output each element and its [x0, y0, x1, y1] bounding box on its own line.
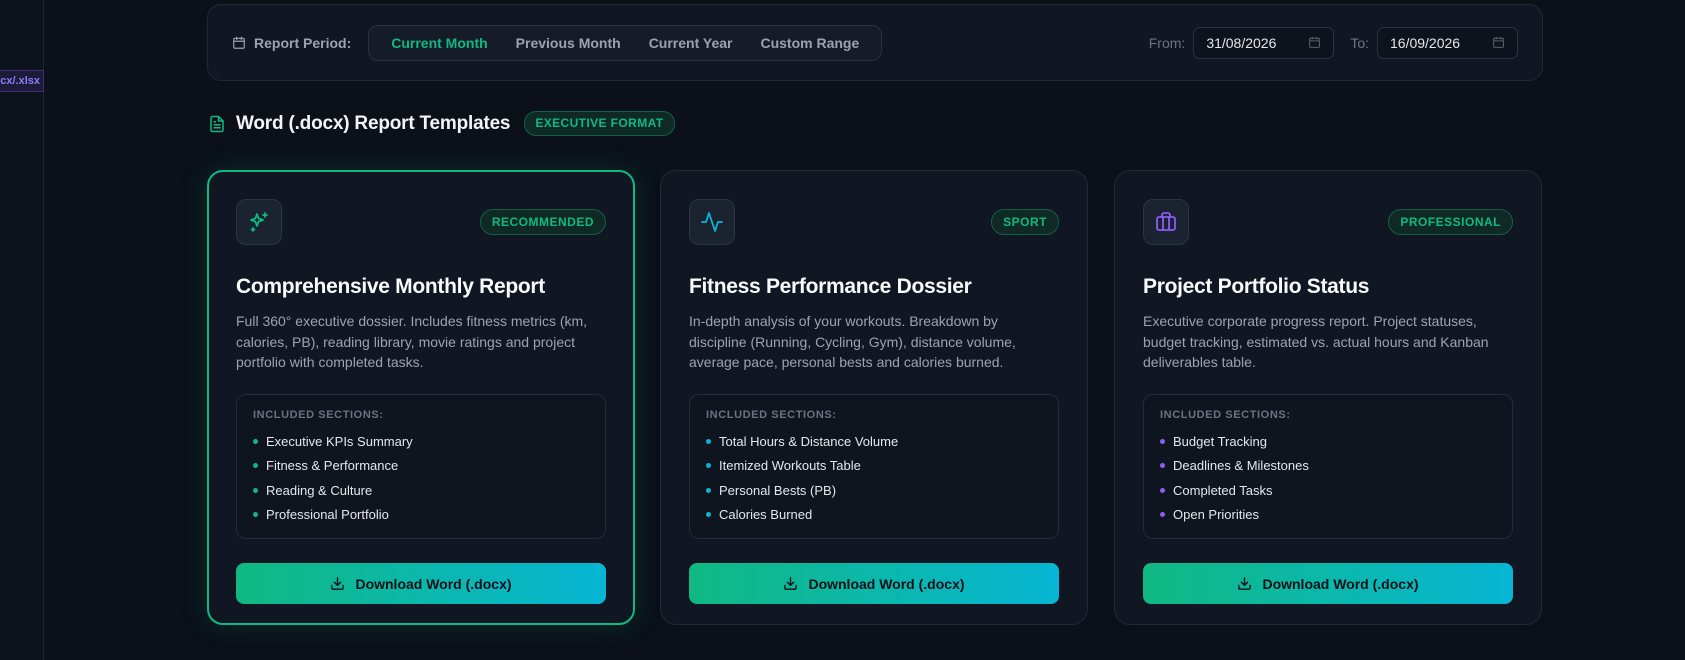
download-icon	[1238, 577, 1252, 590]
download-word-button[interactable]: Download Word (.docx)	[689, 563, 1059, 604]
list-item: Deadlines & Milestones	[1160, 454, 1496, 479]
from-date-value: 31/08/2026	[1206, 34, 1277, 51]
card-badge: RECOMMENDED	[479, 209, 606, 235]
card-description: Full 360° executive dossier. Includes fi…	[236, 313, 588, 370]
date-range: From: 31/08/2026 To: 16/09/2026	[1148, 26, 1518, 59]
calendar-icon[interactable]	[1308, 36, 1321, 49]
card-description: Executive corporate progress report. Pro…	[1143, 313, 1489, 370]
document-icon	[210, 115, 224, 132]
report-period-text: Report Period:	[254, 34, 352, 51]
activity-icon	[689, 199, 735, 245]
list-item: Executive KPIs Summary	[253, 429, 589, 454]
download-label: Download Word (.docx)	[1262, 575, 1419, 592]
sidebar-format-tag[interactable]: cx/.xlsx	[0, 70, 44, 92]
list-item: Completed Tasks	[1160, 478, 1496, 503]
period-option-previous-month[interactable]: Previous Month	[502, 29, 635, 57]
list-item: Fitness & Performance	[253, 454, 589, 479]
from-date-input[interactable]: 31/08/2026	[1193, 26, 1335, 59]
sparkles-icon	[236, 199, 282, 245]
period-option-current-year[interactable]: Current Year	[635, 29, 747, 57]
included-sections-label: INCLUDED SECTIONS:	[706, 409, 837, 421]
list-item: Calories Burned	[706, 503, 1042, 528]
download-label: Download Word (.docx)	[808, 575, 965, 592]
report-period-label: Report Period:	[232, 35, 351, 51]
included-sections-label: INCLUDED SECTIONS:	[253, 409, 384, 421]
section-title: Word (.docx) Report Templates	[236, 112, 511, 134]
report-period-bar: Report Period: Current Month Previous Mo…	[207, 4, 1543, 81]
card-title: Fitness Performance Dossier	[689, 275, 972, 298]
included-sections: INCLUDED SECTIONS: Executive KPIs Summar…	[236, 394, 606, 539]
included-sections: INCLUDED SECTIONS: Budget Tracking Deadl…	[1143, 394, 1513, 539]
download-word-button[interactable]: Download Word (.docx)	[236, 563, 606, 604]
card-description: In-depth analysis of your workouts. Brea…	[689, 313, 1016, 370]
calendar-icon[interactable]	[1492, 36, 1505, 49]
report-card-portfolio[interactable]: PROFESSIONAL Project Portfolio Status Ex…	[1114, 170, 1542, 625]
to-date-value: 16/09/2026	[1390, 34, 1461, 51]
list-item: Personal Bests (PB)	[706, 478, 1042, 503]
section-heading: Word (.docx) Report Templates EXECUTIVE …	[208, 111, 675, 136]
list-item: Budget Tracking	[1160, 429, 1496, 454]
download-icon	[784, 577, 798, 590]
card-badge: SPORT	[991, 209, 1059, 235]
list-item: Itemized Workouts Table	[706, 454, 1042, 479]
card-title: Project Portfolio Status	[1143, 275, 1370, 298]
list-item: Total Hours & Distance Volume	[706, 429, 1042, 454]
list-item: Professional Portfolio	[253, 503, 589, 528]
period-option-custom-range[interactable]: Custom Range	[746, 29, 873, 57]
period-segmented-control: Current Month Previous Month Current Yea…	[368, 24, 883, 61]
period-option-current-month[interactable]: Current Month	[377, 29, 501, 57]
card-title: Comprehensive Monthly Report	[236, 275, 545, 298]
report-card-comprehensive[interactable]: RECOMMENDED Comprehensive Monthly Report…	[207, 170, 635, 625]
to-date-input[interactable]: 16/09/2026	[1377, 26, 1518, 59]
sidebar	[0, 0, 44, 660]
card-badge: PROFESSIONAL	[1388, 209, 1513, 235]
calendar-icon	[233, 36, 245, 49]
briefcase-icon	[1143, 199, 1189, 245]
download-word-button[interactable]: Download Word (.docx)	[1143, 563, 1513, 604]
report-card-fitness[interactable]: SPORT Fitness Performance Dossier In-dep…	[660, 170, 1088, 625]
list-item: Open Priorities	[1160, 503, 1496, 528]
list-item: Reading & Culture	[253, 478, 589, 503]
download-icon	[331, 577, 345, 590]
from-label: From:	[1148, 34, 1186, 51]
executive-format-badge: EXECUTIVE FORMAT	[524, 111, 675, 136]
download-label: Download Word (.docx)	[355, 575, 512, 592]
included-sections: INCLUDED SECTIONS: Total Hours & Distanc…	[689, 394, 1059, 539]
to-label: To:	[1350, 34, 1369, 51]
included-sections-label: INCLUDED SECTIONS:	[1160, 409, 1291, 421]
